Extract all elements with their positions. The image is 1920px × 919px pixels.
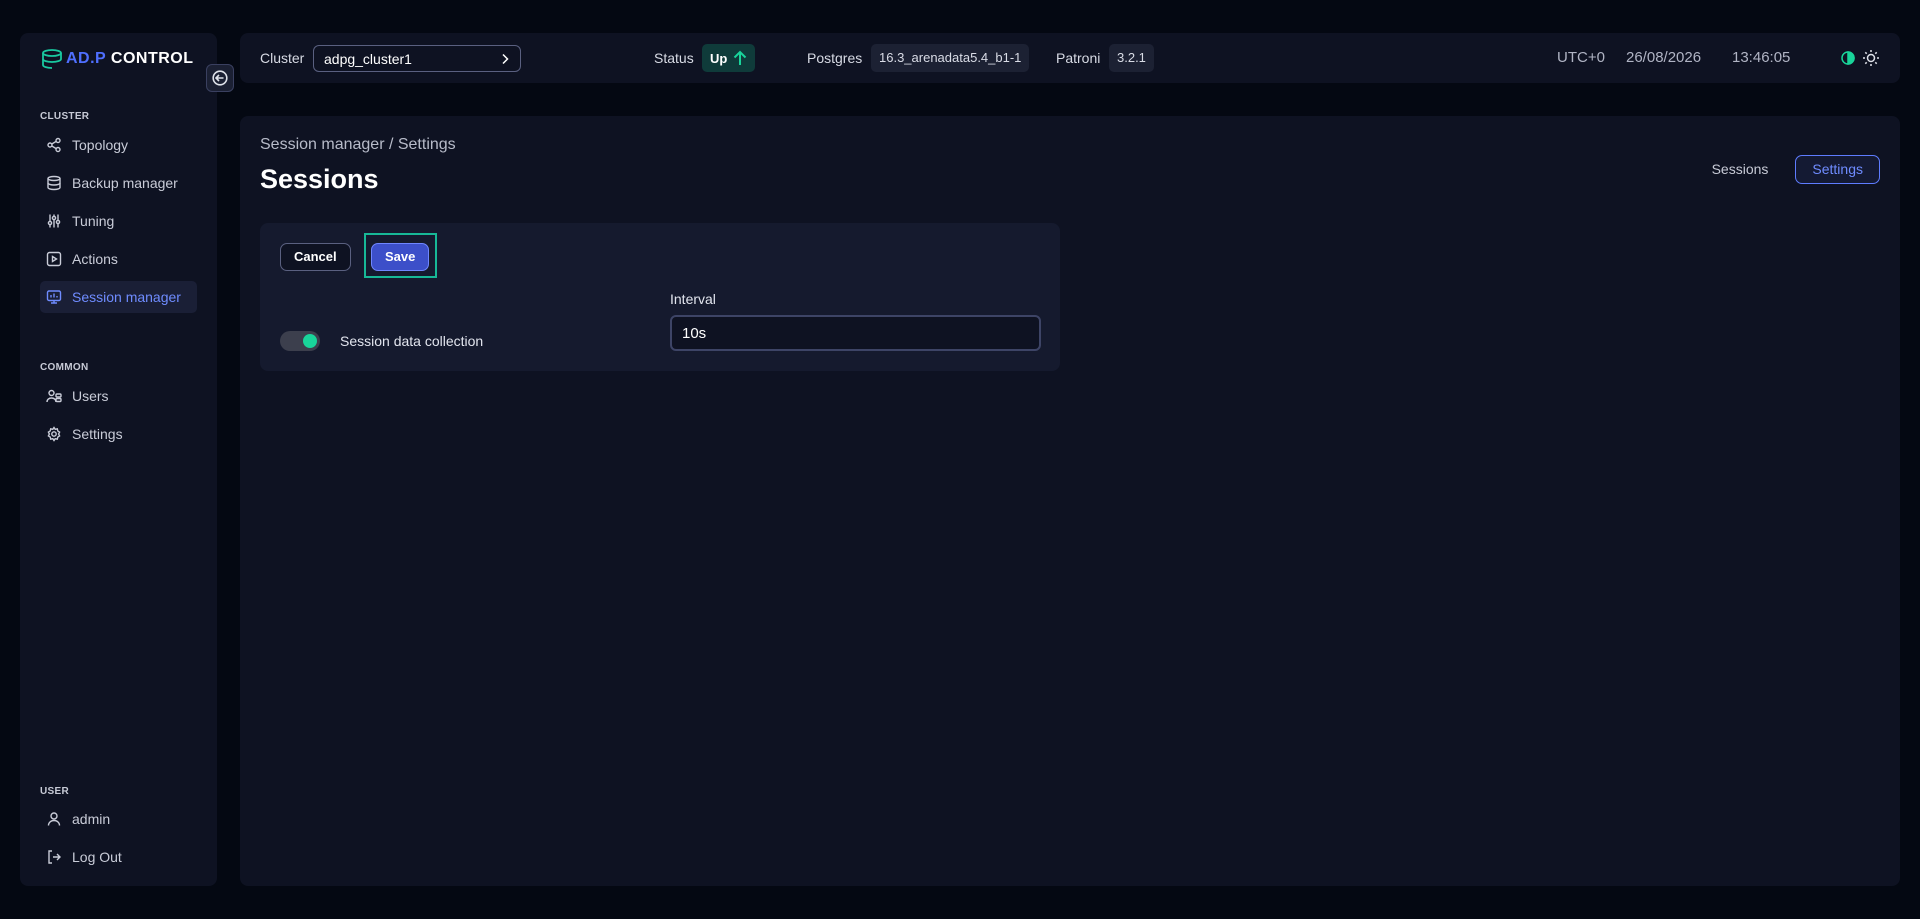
arrow-up-icon [734, 50, 747, 65]
logo-text-control: CONTROL [110, 50, 194, 67]
sidebar-item-settings[interactable]: Settings [40, 418, 197, 450]
status-value: Up [710, 50, 728, 66]
cluster-select-value: adpg_cluster1 [324, 50, 412, 67]
chevron-right-icon [502, 53, 509, 64]
sidebar-item-label: Log Out [72, 849, 122, 865]
patroni-label: Patroni [1056, 50, 1101, 66]
interval-label: Interval [670, 291, 716, 307]
sidebar-item-admin[interactable]: admin [40, 803, 197, 835]
tab-settings[interactable]: Settings [1795, 155, 1880, 184]
cancel-button[interactable]: Cancel [280, 243, 351, 271]
users-icon [46, 389, 62, 403]
section-label-cluster: CLUSTER [40, 111, 90, 122]
dark-theme-icon[interactable] [1840, 50, 1856, 66]
tab-sessions[interactable]: Sessions [1695, 155, 1786, 184]
sidebar-item-label: admin [72, 811, 111, 827]
toggle-knob [303, 334, 317, 348]
patroni-version-badge: 3.2.1 [1109, 44, 1154, 72]
sidebar-item-label: Actions [72, 251, 118, 267]
monitor-chart-icon [46, 290, 62, 304]
logout-icon [48, 850, 61, 864]
postgres-label: Postgres [807, 50, 863, 66]
sidebar-item-users[interactable]: Users [40, 380, 197, 412]
interval-input[interactable] [670, 315, 1041, 351]
section-label-user: USER [40, 786, 69, 797]
sidebar-item-label: Settings [72, 426, 123, 442]
cluster-label: Cluster [260, 50, 305, 66]
status-badge: Up [702, 44, 756, 72]
sidebar-item-label: Backup manager [72, 175, 178, 191]
sidebar-item-label: Session manager [72, 289, 181, 305]
sidebar-item-label: Topology [72, 137, 129, 153]
time-text: 13:46:05 [1732, 49, 1791, 66]
logo-text-adp: AD.P [66, 50, 106, 67]
topology-icon [47, 137, 61, 153]
sidebar-item-backup-manager[interactable]: Backup manager [40, 167, 197, 199]
main-panel: Session manager / Settings Sessions Sess… [240, 116, 1900, 886]
sliders-icon [47, 214, 61, 228]
view-tabs: Sessions Settings [1695, 155, 1880, 184]
status-label: Status [654, 50, 694, 66]
sidebar-item-label: Tuning [72, 213, 115, 229]
sidebar-item-log-out[interactable]: Log Out [40, 841, 197, 873]
sidebar-item-label: Users [72, 388, 109, 404]
logo-database-icon [42, 49, 62, 69]
sidebar-item-tuning[interactable]: Tuning [40, 205, 197, 237]
user-icon [47, 812, 61, 826]
save-button[interactable]: Save [371, 243, 430, 271]
sidebar-item-actions[interactable]: Actions [40, 243, 197, 275]
sidebar: AD.P CONTROL CLUSTER Topology Backup man… [20, 33, 217, 886]
session-data-collection-label: Session data collection [340, 333, 484, 349]
sidebar-item-session-manager[interactable]: Session manager [40, 281, 197, 313]
app-logo[interactable]: AD.P CONTROL [40, 45, 194, 73]
collapse-sidebar-button[interactable] [206, 64, 234, 92]
database-icon [47, 175, 61, 191]
play-square-icon [46, 251, 62, 267]
breadcrumb: Session manager / Settings [260, 136, 456, 153]
top-bar: Cluster adpg_cluster1 Status Up Postgres… [240, 33, 1900, 83]
date-text: 26/08/2026 [1626, 49, 1702, 66]
session-data-collection-toggle[interactable] [280, 331, 320, 351]
page-title: Sessions [260, 164, 379, 194]
postgres-version-badge: 16.3_arenadata5.4_b1-1 [871, 44, 1030, 72]
settings-card: Cancel Save Session data collection Inte… [260, 223, 1060, 371]
timezone-text: UTC+0 [1557, 49, 1605, 66]
section-label-common: COMMON [40, 362, 89, 373]
cluster-select[interactable]: adpg_cluster1 [313, 45, 521, 72]
gear-icon [47, 426, 61, 442]
sidebar-item-topology[interactable]: Topology [40, 129, 197, 161]
light-theme-icon[interactable] [1862, 49, 1880, 67]
arrow-left-icon [212, 70, 228, 86]
